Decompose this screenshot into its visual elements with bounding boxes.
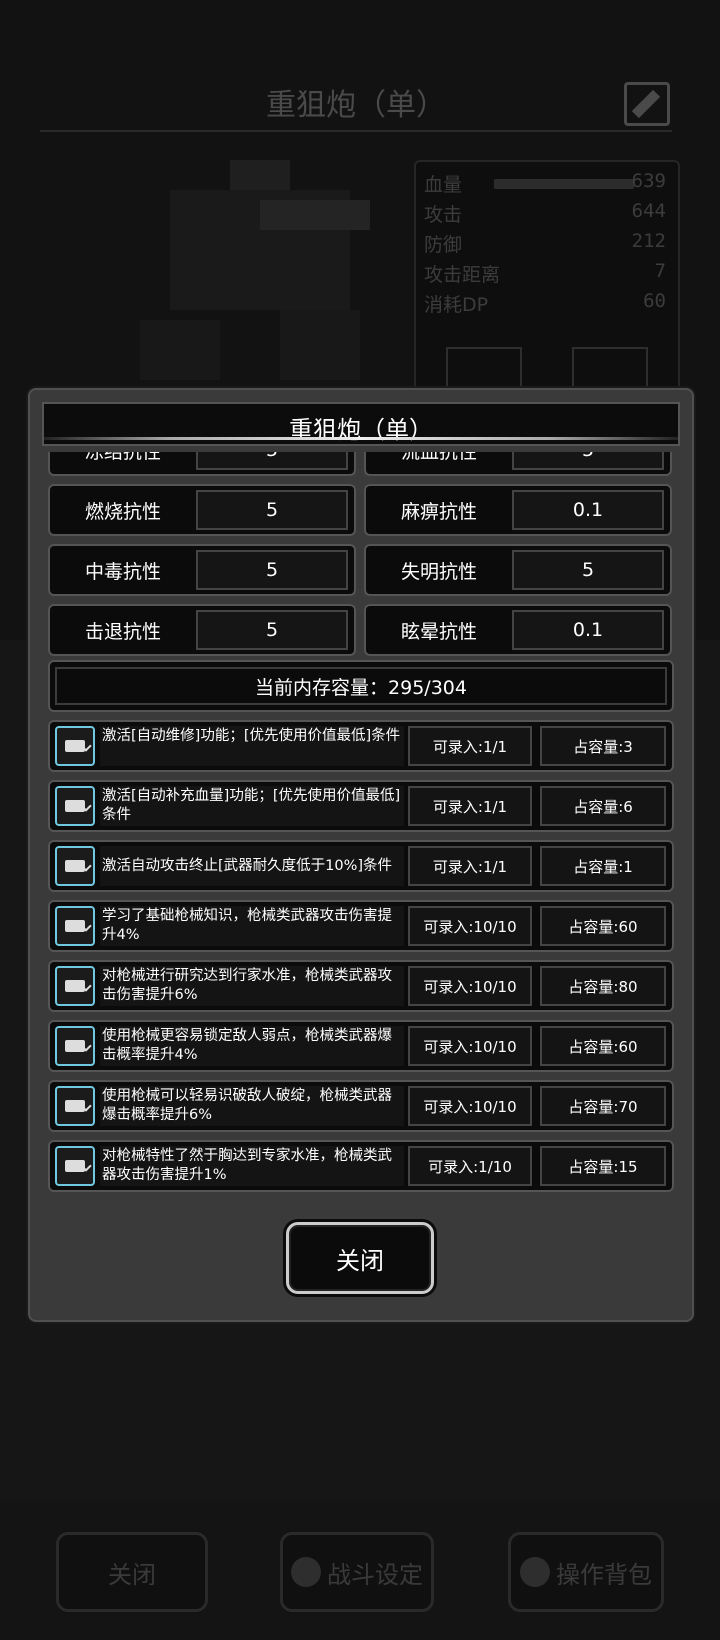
weapon-detail-dialog: 重狙炮（单） 冻结抗性 5 流血抗性 5 燃烧抗性 5 麻痹抗性 0.1 <box>28 388 694 1322</box>
gun-level-3-icon <box>55 1146 95 1186</box>
chip-row[interactable]: 学习了基础枪械知识，枪械类武器攻击伤害提升4% 可录入:10/10 占容量:60 <box>48 900 674 952</box>
backpack-icon <box>520 1557 550 1587</box>
chip-row[interactable]: 使用枪械可以轻易识破敌人破绽，枪械类武器爆击概率提升6% 可录入:10/10 占… <box>48 1080 674 1132</box>
nav-battle-settings-button: 战斗设定 <box>280 1532 434 1612</box>
dialog-header: 重狙炮（单） <box>42 402 680 446</box>
background-title: 重狙炮（单） <box>266 88 446 123</box>
gun-level-2-icon <box>55 966 95 1006</box>
gear-icon <box>291 1557 321 1587</box>
chip-row[interactable]: 激活自动攻击终止[武器耐久度低于10%]条件 可录入:1/1 占容量:1 <box>48 840 674 892</box>
chip-row[interactable]: 对枪械特性了然于胸达到专家水准，枪械类武器攻击伤害提升1% 可录入:1/10 占… <box>48 1140 674 1192</box>
nav-backpack-button: 操作背包 <box>508 1532 664 1612</box>
gun-crit-1-icon <box>55 1026 95 1066</box>
resistance-blind: 失明抗性 5 <box>364 544 672 596</box>
gun-crit-2-icon <box>55 1086 95 1126</box>
gun-level-1-icon <box>55 906 95 946</box>
chip-row[interactable]: 对枪械进行研究达到行家水准，枪械类武器攻击伤害提升6% 可录入:10/10 占容… <box>48 960 674 1012</box>
close-button[interactable]: 关闭 <box>286 1222 434 1294</box>
resistance-poison: 中毒抗性 5 <box>48 544 356 596</box>
nav-close-button: 关闭 <box>56 1532 208 1612</box>
memory-capacity: 当前内存容量：295/304 <box>48 660 674 712</box>
background-stats-panel: 血量 639 攻击 644 防御 212 攻击距离 7 消耗DP 60 <box>414 160 680 400</box>
stat-defense: 防御 212 <box>424 230 666 256</box>
stat-range: 攻击距离 7 <box>424 260 666 286</box>
stat-hp: 血量 639 <box>424 170 666 196</box>
dialog-title: 重狙炮（单） <box>289 416 433 444</box>
mech-unit-image <box>140 160 370 380</box>
repair-chip-icon <box>55 726 95 766</box>
resistance-paralysis: 麻痹抗性 0.1 <box>364 484 672 536</box>
stop-attack-chip-icon <box>55 846 95 886</box>
hp-bar <box>494 179 634 189</box>
chip-row[interactable]: 使用枪械更容易锁定敌人弱点，枪械类武器爆击概率提升4% 可录入:10/10 占容… <box>48 1020 674 1072</box>
stat-attack: 攻击 644 <box>424 200 666 226</box>
chip-row[interactable]: 激活[自动补充血量]功能；[优先使用价值最低]条件 可录入:1/1 占容量:6 <box>48 780 674 832</box>
resistance-stun: 眩晕抗性 0.1 <box>364 604 672 656</box>
chip-row[interactable]: 激活[自动维修]功能；[优先使用价值最低]条件 可录入:1/1 占容量:3 <box>48 720 674 772</box>
dialog-scroll-area[interactable]: 冻结抗性 5 流血抗性 5 燃烧抗性 5 麻痹抗性 0.1 中毒抗性 5 <box>48 452 674 1197</box>
resistance-knockback: 击退抗性 5 <box>48 604 356 656</box>
resistance-bleed: 流血抗性 5 <box>364 452 672 476</box>
background-header: 重狙炮（单） <box>40 72 672 132</box>
stat-dp-cost: 消耗DP 60 <box>424 290 666 316</box>
heal-chip-icon <box>55 786 95 826</box>
edit-icon <box>624 82 670 126</box>
resistance-burn: 燃烧抗性 5 <box>48 484 356 536</box>
resistance-freeze: 冻结抗性 5 <box>48 452 356 476</box>
